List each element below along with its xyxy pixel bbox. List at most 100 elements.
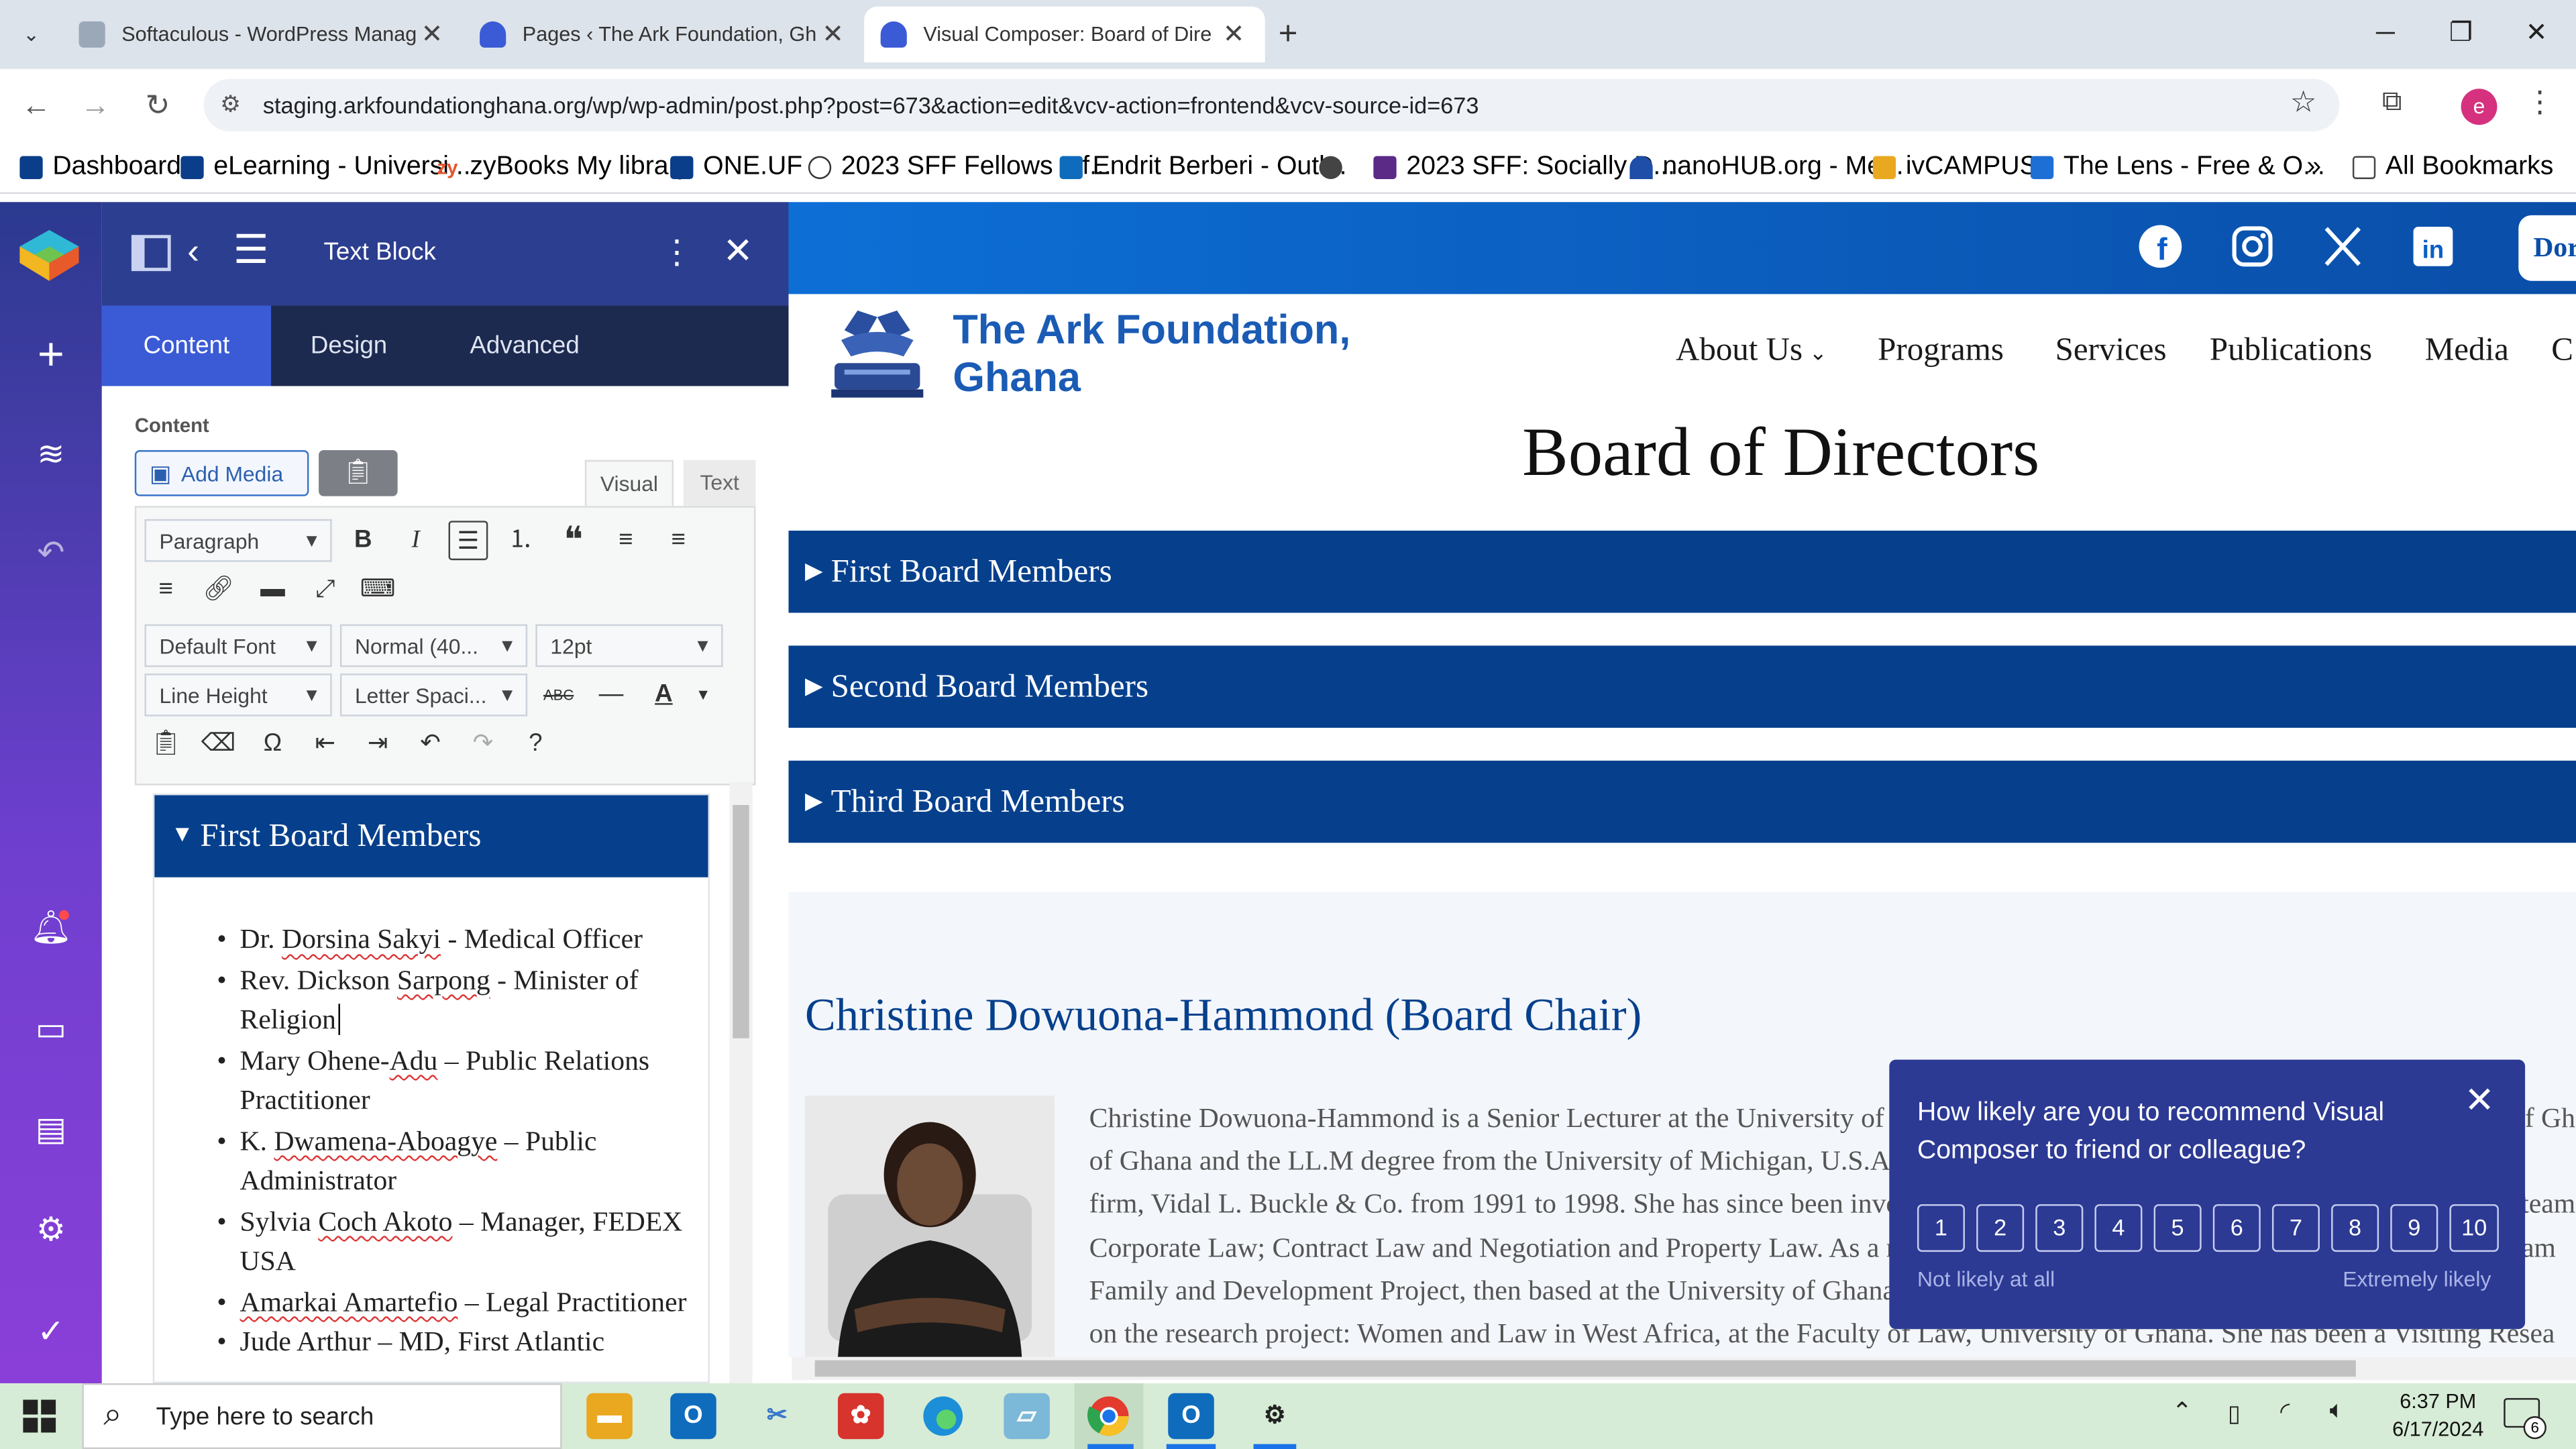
- layers-icon[interactable]: ≋: [26, 431, 75, 480]
- editor-redo-icon[interactable]: ↷: [464, 724, 503, 764]
- outdent-icon[interactable]: ⇤: [306, 724, 345, 764]
- score-button[interactable]: 3: [2035, 1204, 2084, 1252]
- toolbar-toggle-icon[interactable]: ⌨: [358, 570, 398, 610]
- more-bookmarks-icon[interactable]: »: [2306, 151, 2321, 184]
- outlook-new-icon[interactable]: O: [1168, 1393, 1214, 1440]
- score-button[interactable]: 9: [2390, 1204, 2438, 1252]
- app-icon-red[interactable]: ✿: [837, 1393, 884, 1440]
- profile-avatar[interactable]: e: [2461, 89, 2498, 125]
- read-more-icon[interactable]: ▬: [253, 570, 292, 610]
- menu-about-us[interactable]: About Us ⌄: [1676, 332, 1827, 370]
- tab-advanced[interactable]: Advanced: [434, 306, 616, 386]
- accordion-second-board[interactable]: ▶ Second Board Members: [788, 645, 2576, 728]
- tab-content[interactable]: Content: [101, 305, 272, 386]
- bookmark-oneuf[interactable]: ONE.UF: [670, 151, 802, 184]
- x-twitter-icon[interactable]: [2318, 223, 2367, 272]
- restore-icon[interactable]: ❐: [2428, 13, 2494, 56]
- chatgpt-icon[interactable]: ⚙: [1252, 1393, 1298, 1440]
- wifi-icon[interactable]: ◜: [2280, 1397, 2290, 1426]
- line-height-select[interactable]: Line Height ▾: [144, 674, 332, 716]
- score-button[interactable]: 8: [2331, 1204, 2379, 1252]
- editor-content[interactable]: ▼ First Board Members Dr. Dorsina Sakyi …: [152, 793, 710, 1384]
- settings-icon[interactable]: ⚙: [26, 1206, 75, 1255]
- clock[interactable]: 6:37 PM 6/17/2024: [2375, 1388, 2500, 1444]
- preview-horizontal-scrollbar[interactable]: [792, 1356, 2576, 1381]
- menu-media[interactable]: Media: [2425, 332, 2509, 370]
- url-text[interactable]: staging.arkfoundationghana.org/wp/wp-adm…: [263, 92, 1479, 118]
- ark-logo[interactable]: [828, 307, 926, 402]
- bookmark-star-icon[interactable]: ☆: [2290, 85, 2317, 119]
- tab-pages[interactable]: Pages ‹ The Ark Foundation, Gh ✕: [464, 7, 865, 62]
- close-icon[interactable]: ✕: [1219, 18, 1248, 51]
- file-explorer-icon[interactable]: ▬: [586, 1393, 633, 1440]
- indent-icon[interactable]: ⇥: [358, 724, 398, 764]
- site-info-icon[interactable]: ⚙: [220, 91, 241, 119]
- window-close-icon[interactable]: ✕: [2504, 13, 2569, 56]
- menu-publications[interactable]: Publications: [2210, 332, 2372, 370]
- scrollbar-thumb[interactable]: [814, 1360, 2356, 1377]
- menu-more[interactable]: C: [2551, 332, 2573, 370]
- editor-scrollbar[interactable]: [729, 782, 753, 1384]
- app-icon-notes[interactable]: ▱: [1004, 1393, 1050, 1440]
- text-mode-tab[interactable]: Text: [683, 460, 756, 506]
- org-name[interactable]: The Ark Foundation, Ghana: [953, 307, 1350, 402]
- notifications-icon[interactable]: 🔔︎: [26, 904, 75, 953]
- score-button[interactable]: 4: [2094, 1204, 2143, 1252]
- text-color-icon[interactable]: A: [644, 676, 684, 715]
- link-icon[interactable]: 🔗︎: [199, 570, 238, 610]
- bookmark-ivcampus[interactable]: ivCAMPUS: [1872, 151, 2037, 184]
- paste-text-icon[interactable]: 📋︎: [146, 724, 186, 764]
- chrome-icon[interactable]: [1086, 1393, 1132, 1440]
- text-color-dropdown-icon[interactable]: ▾: [684, 676, 723, 715]
- tray-overflow-icon[interactable]: ⌃: [2172, 1397, 2193, 1426]
- tab-design[interactable]: Design: [274, 306, 423, 386]
- survey-close-icon[interactable]: ✕: [2464, 1079, 2494, 1122]
- templates-icon[interactable]: ▤: [26, 1106, 75, 1155]
- instagram-icon[interactable]: [2228, 223, 2277, 272]
- all-bookmarks[interactable]: All Bookmarks: [2352, 151, 2553, 184]
- panel-options-icon[interactable]: ⋮: [660, 231, 693, 272]
- clipboard-button[interactable]: 📋︎: [319, 450, 398, 496]
- help-icon[interactable]: ?: [516, 724, 555, 764]
- globe-bookmark-icon[interactable]: [1319, 151, 1352, 184]
- editor-accordion-heading[interactable]: ▼ First Board Members: [154, 795, 708, 877]
- undo-icon[interactable]: ↶: [26, 529, 75, 578]
- format-select[interactable]: Paragraph ▾: [144, 519, 332, 562]
- add-media-button[interactable]: ▣ Add Media: [134, 450, 309, 496]
- menu-programs[interactable]: Programs: [1878, 332, 2004, 370]
- preview-icon[interactable]: ▭: [26, 1006, 75, 1055]
- back-chevron-icon[interactable]: ‹: [187, 230, 199, 273]
- panel-close-icon[interactable]: ✕: [723, 230, 753, 273]
- align-right-icon[interactable]: ≡: [146, 570, 186, 610]
- strikethrough-icon[interactable]: ABC: [539, 676, 578, 715]
- close-icon[interactable]: ✕: [818, 18, 848, 51]
- bullet-list-icon[interactable]: ☰: [448, 521, 488, 561]
- windows-start-icon[interactable]: [23, 1399, 56, 1433]
- bookmark-nanohub[interactable]: nanoHUB.org - Me...: [1629, 151, 1904, 184]
- bookmark-the-lens[interactable]: The Lens - Free & O...: [2030, 151, 2325, 184]
- letter-spacing-select[interactable]: Letter Spaci... ▾: [339, 674, 528, 716]
- tab-visual-composer[interactable]: Visual Composer: Board of Dire ✕: [864, 6, 1265, 63]
- edge-icon[interactable]: [920, 1393, 966, 1440]
- publish-check-icon[interactable]: ✓: [26, 1307, 75, 1356]
- visual-mode-tab[interactable]: Visual: [584, 460, 674, 506]
- bookmark-elearning[interactable]: eLearning - Universi...: [180, 151, 471, 184]
- menu-services[interactable]: Services: [2055, 332, 2167, 370]
- font-weight-select[interactable]: Normal (40... ▾: [339, 624, 528, 667]
- score-button[interactable]: 5: [2153, 1204, 2202, 1252]
- address-bar[interactable]: ⚙ staging.arkfoundationghana.org/wp/wp-a…: [203, 78, 2340, 131]
- back-icon[interactable]: ←: [16, 85, 56, 125]
- font-family-select[interactable]: Default Font ▾: [144, 624, 332, 667]
- outlook-icon[interactable]: O: [670, 1393, 716, 1440]
- scrollbar-thumb[interactable]: [733, 805, 749, 1038]
- bold-icon[interactable]: B: [343, 521, 383, 560]
- reload-icon[interactable]: ↻: [138, 85, 178, 125]
- close-icon[interactable]: ✕: [417, 18, 447, 51]
- panel-layout-icon[interactable]: [131, 235, 171, 272]
- score-button[interactable]: 1: [1917, 1204, 1965, 1252]
- numbered-list-icon[interactable]: ⒈: [501, 521, 541, 560]
- snipping-tool-icon[interactable]: ✂: [754, 1393, 800, 1440]
- tab-softaculous[interactable]: Softaculous - WordPress Manag ✕: [62, 7, 464, 62]
- font-size-select[interactable]: 12pt ▾: [535, 624, 723, 667]
- italic-icon[interactable]: I: [396, 521, 435, 560]
